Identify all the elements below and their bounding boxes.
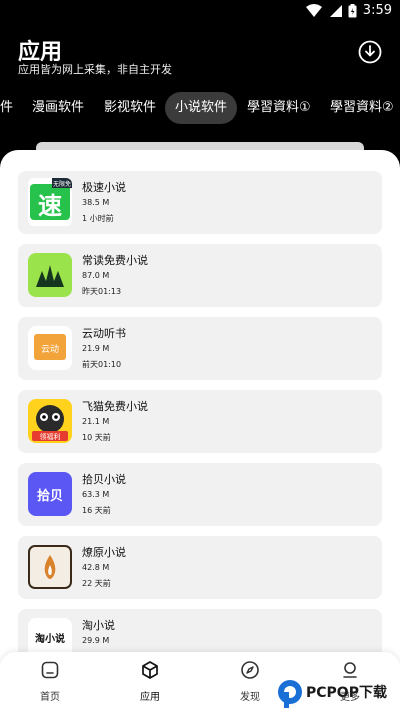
app-name: 飞猫免费小说 [82, 400, 148, 413]
page-subtitle: 应用皆为网上采集，非自主开发 [18, 63, 172, 76]
app-time: 1 小时前 [82, 214, 114, 223]
watermark-logo: PCPOP下载 [276, 676, 400, 712]
app-size: 29.9 M [82, 636, 110, 645]
leaf-icon [28, 251, 72, 299]
compass-icon [241, 661, 259, 679]
app-card[interactable]: 常读免费小说 87.0 M 昨天01:13 [18, 244, 382, 307]
cat-icon: 领福利 [28, 397, 72, 445]
app-time: 10 天前 [82, 433, 111, 442]
tab-video[interactable]: 影视软件 [94, 92, 166, 124]
app-card[interactable]: 云动 云动听书 21.9 M 前天01:10 [18, 317, 382, 380]
su-icon: 无限免 速 [28, 178, 72, 226]
app-name: 云动听书 [82, 327, 126, 340]
app-card[interactable]: 拾贝 拾贝小说 63.3 M 16 天前 [18, 463, 382, 526]
app-size: 42.8 M [82, 563, 110, 572]
app-card[interactable]: 领福利 飞猫免费小说 21.1 M 10 天前 [18, 390, 382, 453]
app-list[interactable]: 无限免 速 极速小说 38.5 M 1 小时前 常读免费小说 87.0 M 昨天… [0, 150, 400, 670]
app-card[interactable]: 燎原小说 42.8 M 22 天前 [18, 536, 382, 599]
app-name: 淘小说 [82, 619, 115, 632]
app-size: 38.5 M [82, 198, 110, 207]
nav-label: 应用 [140, 692, 160, 703]
nav-home[interactable]: 首页 [20, 660, 80, 706]
tab-comics[interactable]: 漫画软件 [22, 92, 94, 124]
app-time: 前天01:10 [82, 360, 122, 369]
nav-apps[interactable]: 应用 [120, 660, 180, 706]
app-name: 拾贝小说 [82, 473, 126, 486]
app-size: 63.3 M [82, 490, 110, 499]
status-bar: 3:59 [0, 0, 400, 24]
app-name: 燎原小说 [82, 546, 126, 559]
app-size: 21.9 M [82, 344, 110, 353]
cat-badge: 领福利 [40, 432, 61, 441]
nav-discover[interactable]: 发现 [220, 660, 280, 706]
tab-study-2[interactable]: 學習資料② [320, 92, 400, 124]
app-time: 22 天前 [82, 579, 111, 588]
app-time: 昨天01:13 [82, 287, 122, 296]
tab-partial[interactable]: 件 [0, 92, 23, 124]
signal-icon [329, 4, 342, 17]
nav-label: 发现 [240, 692, 260, 703]
yundong-glyph: 云动 [41, 344, 59, 355]
header: 应用 应用皆为网上采集，非自主开发 [0, 30, 400, 80]
app-card[interactable]: 无限免 速 极速小说 38.5 M 1 小时前 [18, 171, 382, 234]
wifi-icon [305, 3, 322, 17]
app-time: 16 天前 [82, 506, 111, 515]
home-icon [41, 661, 59, 679]
category-tabs: 件 漫画软件 影视软件 小说软件 學習資料① 學習資料② [0, 92, 400, 124]
flame-icon [28, 543, 72, 591]
status-time: 3:59 [362, 3, 392, 18]
su-badge: 无限免 [53, 180, 71, 188]
battery-icon [348, 3, 357, 17]
su-glyph: 速 [38, 192, 62, 220]
nav-label: 首页 [40, 692, 60, 703]
cube-icon [142, 661, 158, 679]
shibei-glyph: 拾贝 [37, 488, 63, 504]
app-size: 87.0 M [82, 271, 110, 280]
tao-glyph: 淘小说 [35, 632, 65, 645]
download-button[interactable] [358, 40, 382, 64]
yundong-icon: 云动 [28, 324, 72, 372]
status-icons: 3:59 [305, 3, 392, 18]
watermark-text: PCPOP下载 [306, 684, 387, 701]
app-name: 常读免费小说 [82, 254, 148, 267]
app-name: 极速小说 [82, 181, 126, 194]
tab-novels[interactable]: 小说软件 [165, 92, 238, 124]
shibei-icon: 拾贝 [28, 470, 72, 518]
tab-study-1[interactable]: 學習資料① [237, 92, 321, 124]
app-size: 21.1 M [82, 417, 110, 426]
